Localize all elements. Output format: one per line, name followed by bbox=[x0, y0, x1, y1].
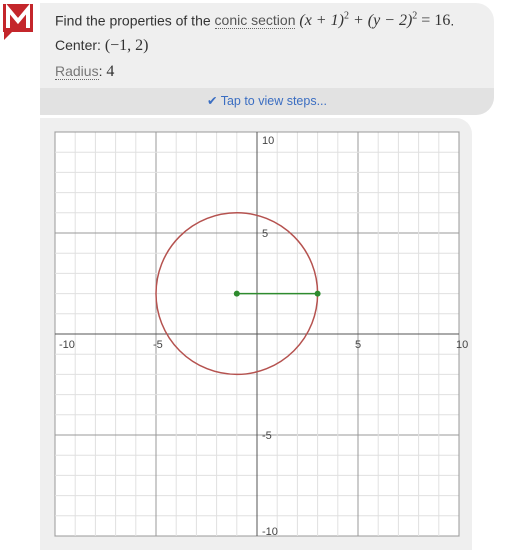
view-steps-button[interactable]: ✔︎ Tap to view steps... bbox=[40, 88, 494, 115]
center-point bbox=[233, 290, 240, 297]
mathway-logo bbox=[3, 3, 33, 40]
conic-section-link[interactable]: conic section bbox=[214, 12, 296, 30]
y-tick-label: -10 bbox=[262, 526, 278, 538]
y-tick-label: -5 bbox=[262, 430, 272, 442]
y-tick-label: 10 bbox=[262, 135, 274, 147]
check-circle-icon: ✔︎ bbox=[206, 94, 218, 108]
center-result: Center: (−1, 2) bbox=[55, 37, 149, 54]
equation: (x + 1)2 + (y − 2)2 = 16 bbox=[299, 11, 451, 30]
y-tick-label: 5 bbox=[262, 228, 268, 240]
radius-link[interactable]: Radius bbox=[55, 63, 99, 80]
x-tick-label: -10 bbox=[59, 339, 75, 351]
x-tick-label: 10 bbox=[456, 339, 468, 351]
radius-endpoint bbox=[314, 290, 321, 297]
answer-card: Find the properties of the conic section… bbox=[40, 3, 494, 115]
x-tick-label: -5 bbox=[153, 339, 163, 351]
radius-result: Radius: 4 bbox=[55, 63, 115, 80]
problem-statement: Find the properties of the conic section… bbox=[55, 11, 455, 30]
graph: -10 -5 5 10 10 5 -5 -10 bbox=[54, 131, 468, 538]
graph-card: -10 -5 5 10 10 5 -5 -10 bbox=[40, 118, 472, 550]
x-tick-label: 5 bbox=[355, 339, 361, 351]
